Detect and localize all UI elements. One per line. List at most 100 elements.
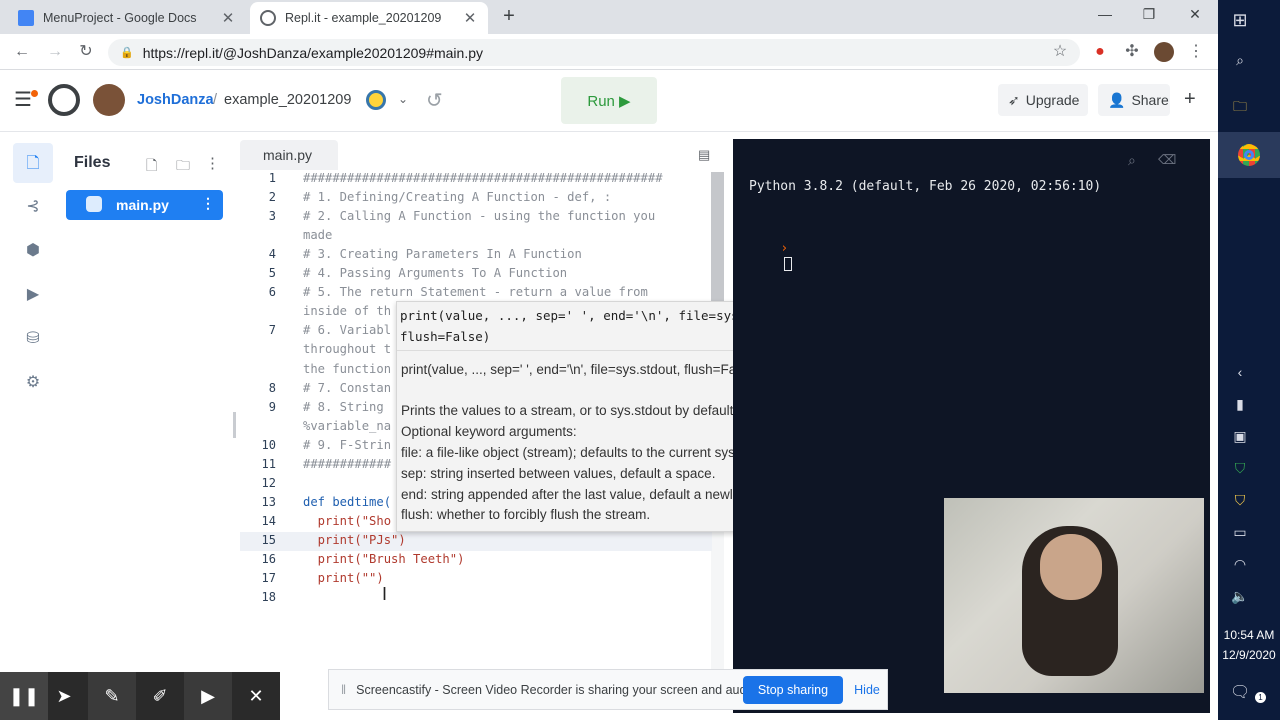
run-button[interactable]: Run ▶ — [561, 77, 657, 124]
tooltip-doc-line: flush: whether to forcibly flush the str… — [401, 507, 651, 522]
file-explorer-icon[interactable]: 🗀 — [1230, 96, 1250, 116]
extensions-icon[interactable]: ✣ — [1122, 42, 1142, 62]
menu-dots-icon[interactable]: ⋮ — [1186, 42, 1206, 62]
code-line: # 9. F-Strin — [303, 437, 392, 452]
project-name[interactable]: example_20201209 — [224, 92, 351, 108]
files-menu-dots-icon[interactable]: ⋮ — [205, 154, 220, 172]
tooltip-doc-line: Prints the values to a stream, or to sys… — [401, 403, 738, 418]
format-icon[interactable]: ▤ — [698, 147, 710, 163]
google-docs-icon — [18, 10, 34, 26]
drag-handle-icon[interactable]: ‖ — [341, 683, 346, 697]
console-search-icon[interactable]: ⌕ — [1128, 152, 1136, 169]
packages-cube-icon[interactable]: ⬢ — [22, 240, 44, 262]
file-name: main.py — [116, 197, 169, 213]
code-line: def bedtime( — [303, 494, 392, 509]
debugger-play-icon[interactable]: ▶ — [22, 284, 44, 306]
security-shield-icon[interactable]: ⛉ — [1230, 492, 1250, 512]
minimize-icon[interactable]: — — [1093, 6, 1117, 26]
console-output: Python 3.8.2 (default, Feb 26 2020, 02:5… — [749, 149, 1101, 301]
files-title: Files — [74, 154, 111, 171]
chrome-taskbar-icon[interactable] — [1238, 144, 1260, 166]
volume-icon[interactable]: 🔈 — [1230, 588, 1250, 608]
clock-time[interactable]: 10:54 AM — [1218, 628, 1280, 642]
line-number: 13 — [261, 494, 276, 509]
code-line: # 5. The return Statement - return a val… — [303, 285, 648, 300]
line-number: 5 — [268, 266, 276, 281]
code-line: # 7. Constan — [303, 380, 392, 395]
display-icon[interactable]: ▣ — [1230, 428, 1250, 448]
console-prompt: › — [780, 241, 789, 256]
new-file-icon[interactable]: 🗋 — [146, 155, 157, 179]
notifications-icon[interactable]: 🗨 — [1230, 682, 1250, 702]
username-link[interactable]: JoshDanza — [137, 92, 214, 108]
pane-resize-handle[interactable] — [233, 412, 236, 438]
battery-icon[interactable]: ▭ — [1230, 524, 1250, 544]
line-number: 3 — [268, 209, 276, 224]
window-close-icon[interactable]: ✕ — [1183, 6, 1207, 26]
close-toolbar-icon[interactable]: ✕ — [232, 672, 280, 720]
console-clear-icon[interactable]: ⌫ — [1158, 152, 1176, 168]
upgrade-button[interactable]: ➶ Upgrade — [998, 84, 1088, 116]
tab-google-docs[interactable]: MenuProject - Google Docs ✕ — [8, 2, 246, 34]
line-number: 6 — [268, 285, 276, 300]
tab-main-py[interactable]: main.py — [240, 140, 338, 170]
rocket-icon: ➶ — [1008, 91, 1020, 108]
history-icon[interactable]: ↺ — [426, 88, 443, 113]
add-user-icon: 👤 — [1108, 91, 1126, 108]
forward-icon[interactable]: → — [45, 42, 65, 62]
line-number: 11 — [261, 456, 276, 471]
new-tab-button[interactable]: + — [498, 5, 520, 27]
webcam-face — [1040, 534, 1102, 600]
share-notice-text: Screencastify - Screen Video Recorder is… — [356, 682, 760, 697]
usb-icon[interactable]: ▮ — [1230, 396, 1250, 416]
line-number: 10 — [261, 437, 276, 452]
share-button[interactable]: 👤 Share — [1098, 84, 1170, 116]
code-line: throughout t — [303, 342, 392, 357]
editor-scrollbar-thumb[interactable] — [711, 172, 724, 302]
search-icon[interactable]: ⌕ — [1230, 52, 1250, 72]
clock-date[interactable]: 12/9/2020 — [1218, 648, 1280, 662]
url-text: https://repl.it/@JoshDanza/example202012… — [142, 44, 484, 61]
restore-icon[interactable]: ❐ — [1137, 6, 1161, 26]
code-line: # 3. Creating Parameters In A Function — [303, 247, 582, 262]
star-icon[interactable]: ☆ — [1050, 42, 1070, 62]
screencastify-extension-icon[interactable]: ● — [1090, 42, 1110, 62]
tooltip-doc-line: file: a file-like object (stream); defau… — [401, 445, 780, 460]
file-icon[interactable]: 🗋 — [22, 152, 44, 174]
profile-avatar[interactable] — [1154, 42, 1174, 62]
defender-shield-icon[interactable]: ⛉ — [1230, 460, 1250, 480]
breadcrumb-separator: / — [213, 92, 218, 108]
highlighter-icon[interactable]: ✐ — [136, 672, 184, 720]
tab-replit[interactable]: Repl.it - example_20201209 ✕ — [250, 2, 488, 34]
chevron-up-icon[interactable]: ‹ — [1230, 364, 1250, 384]
address-bar[interactable]: 🔒 https://repl.it/@JoshDanza/example2020… — [108, 39, 1080, 66]
hide-button[interactable]: Hide — [852, 676, 882, 704]
new-folder-icon[interactable]: 🗀 — [176, 155, 190, 179]
line-number: 8 — [268, 380, 276, 395]
camera-icon[interactable]: ▶ — [184, 672, 232, 720]
stop-sharing-button[interactable]: Stop sharing — [743, 676, 843, 704]
tooltip-doc-line: Optional keyword arguments: — [401, 424, 577, 439]
close-icon[interactable]: ✕ — [462, 9, 478, 27]
add-button[interactable]: + — [1184, 88, 1196, 111]
cursor-pointer-icon[interactable]: ➤ — [40, 672, 88, 720]
file-menu-dots-icon[interactable]: ⋮ — [201, 195, 215, 212]
share-nodes-icon[interactable]: ⊰ — [22, 196, 44, 218]
code-line: # 6. Variabl — [303, 323, 392, 338]
back-icon[interactable]: ← — [12, 42, 32, 62]
wifi-icon[interactable]: ◠ — [1230, 556, 1250, 576]
code-line: made — [303, 228, 333, 243]
windows-start-icon[interactable]: ⊞ — [1230, 10, 1250, 30]
replit-logo-icon[interactable] — [48, 84, 80, 116]
chevron-down-icon[interactable]: ⌄ — [398, 92, 408, 106]
pen-icon[interactable]: ✎ — [88, 672, 136, 720]
reload-icon[interactable]: ↻ — [76, 42, 96, 62]
settings-gear-icon[interactable]: ⚙ — [22, 372, 44, 394]
tooltip-doc-line: sep: string inserted between values, def… — [401, 466, 716, 481]
user-avatar[interactable] — [93, 84, 125, 116]
notification-count-badge: 1 — [1255, 692, 1266, 703]
line-number: 9 — [268, 399, 276, 414]
close-icon[interactable]: ✕ — [220, 9, 236, 27]
file-item-main-py[interactable]: main.py ⋮ — [66, 190, 223, 220]
database-icon[interactable]: ⛁ — [22, 328, 44, 350]
